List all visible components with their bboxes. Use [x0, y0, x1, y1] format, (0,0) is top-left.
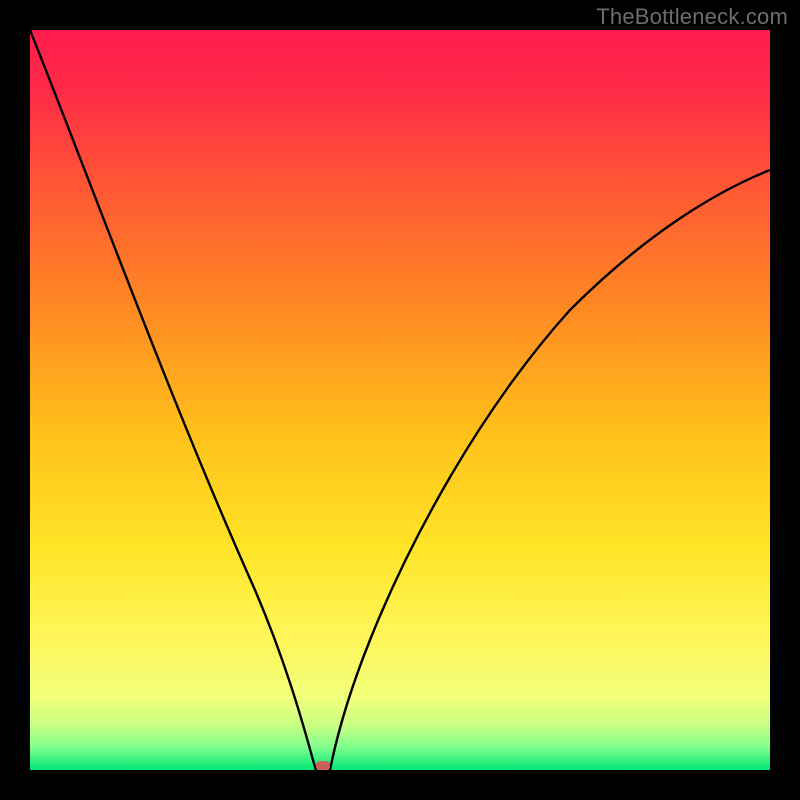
bottleneck-marker	[316, 761, 330, 770]
bottleneck-curve	[30, 30, 770, 770]
curve-path	[30, 30, 770, 770]
watermark-text: TheBottleneck.com	[596, 4, 788, 30]
plot-area	[30, 30, 770, 770]
chart-frame: TheBottleneck.com	[0, 0, 800, 800]
